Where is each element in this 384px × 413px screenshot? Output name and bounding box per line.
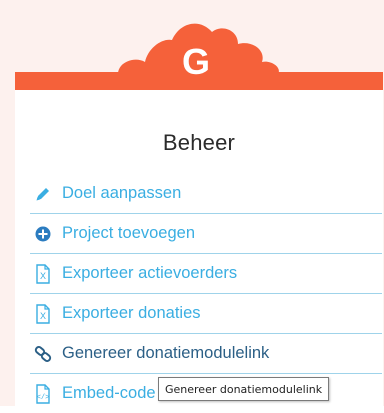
excel-file-icon: X [34,263,52,284]
svg-text:X: X [40,271,46,281]
svg-text:X: X [40,311,46,321]
menu-item-doel-aanpassen[interactable]: Doel aanpassen [30,174,382,214]
menu-item-label: Doel aanpassen [62,184,182,202]
code-file-icon: </> [34,383,52,404]
svg-text:</>: </> [37,394,50,402]
menu-item-label: Genereer donatiemodulelink [62,344,270,362]
menu-item-exporteer-donaties[interactable]: X Exporteer donaties [30,294,382,334]
menu-item-label: Exporteer donaties [62,304,201,322]
tooltip: Genereer donatiemodulelink [158,377,330,401]
menu-item-label: Embed-code [62,384,156,402]
brand-cloud-logo: G [15,23,383,92]
menu-item-project-toevoegen[interactable]: Project toevoegen [30,214,382,254]
plus-circle-icon [34,225,52,243]
pencil-icon [34,185,52,203]
menu-item-exporteer-actievoerders[interactable]: X Exporteer actievoerders [30,254,382,294]
menu-item-label: Project toevoegen [62,224,196,242]
link-icon [34,345,52,363]
panel-title: Beheer [162,130,236,155]
menu-item-label: Exporteer actievoerders [62,264,238,282]
excel-file-icon: X [34,303,52,324]
logo-letter: G [182,41,210,82]
beheer-panel: Beheer Doel aanpassen Project toevoegen [15,90,383,406]
menu-item-genereer-donatiemodulelink[interactable]: Genereer donatiemodulelink [30,334,382,374]
